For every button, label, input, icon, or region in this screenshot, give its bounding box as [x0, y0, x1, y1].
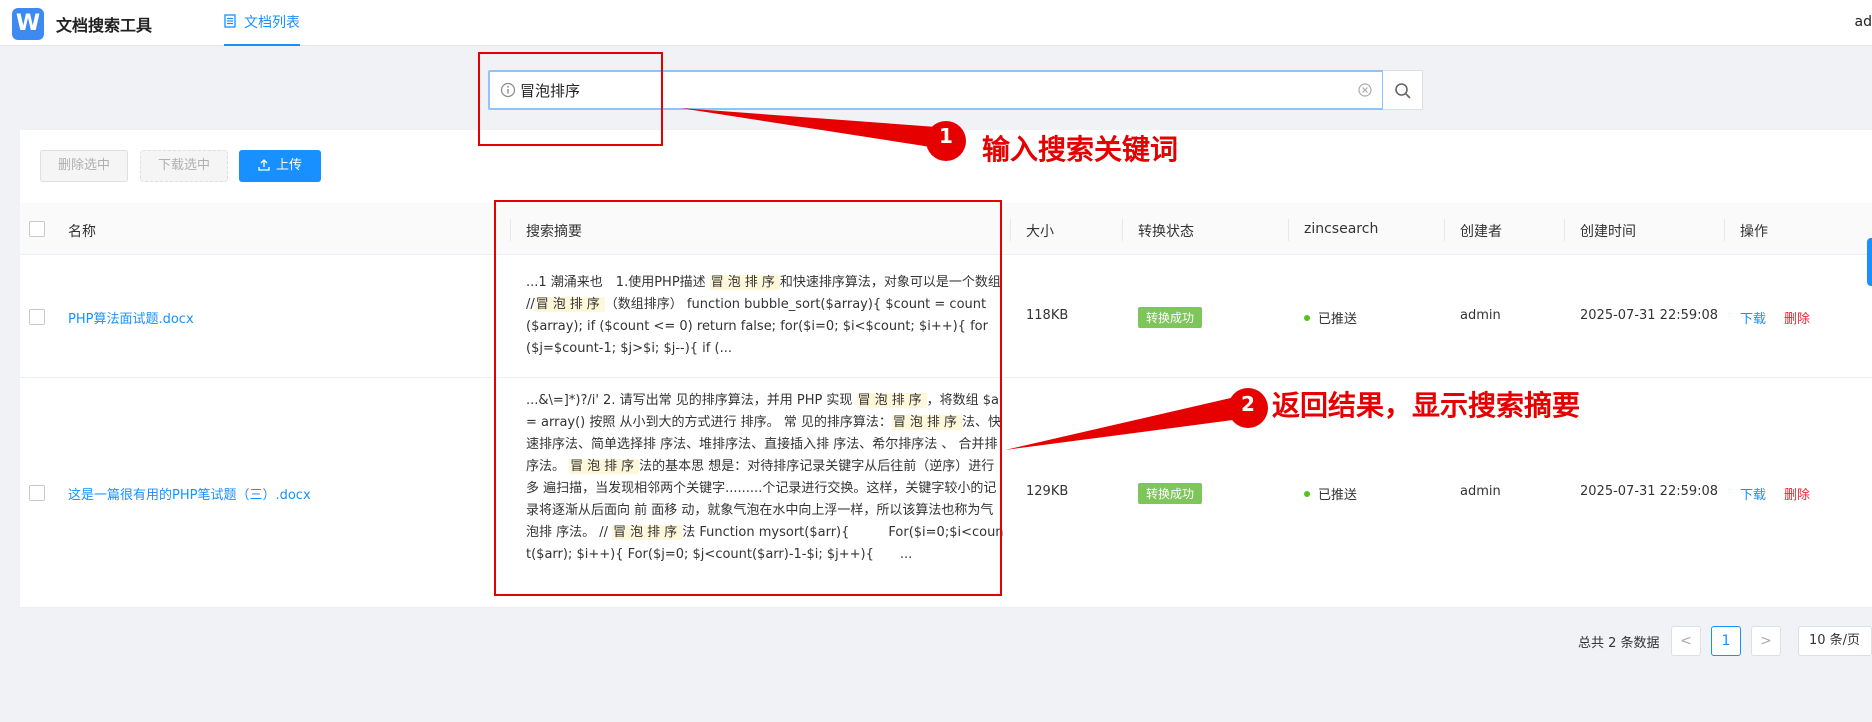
annotation-step-1-text: 输入搜索关键词 — [982, 133, 1179, 166]
annotation-step-1-number: 1 — [939, 124, 953, 148]
annotation-arrows — [680, 108, 1268, 450]
annotation-arrow-1 — [680, 108, 950, 150]
annotation-step-2-text: 返回结果，显示搜索摘要 — [1272, 389, 1581, 422]
annotation-step-2-number: 2 — [1241, 392, 1255, 416]
annotation-arrow-2 — [1005, 394, 1248, 450]
